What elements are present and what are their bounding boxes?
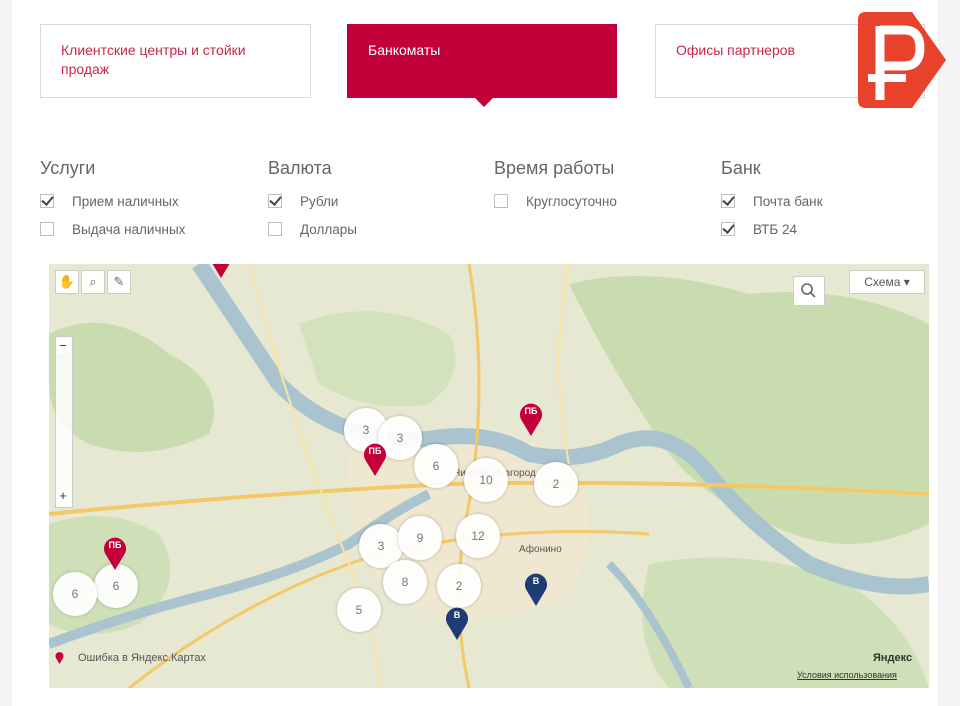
magnifier-tool-icon[interactable]: ⌕ <box>81 270 105 294</box>
tab-atms[interactable]: Банкоматы <box>347 24 617 107</box>
option-dollars[interactable]: Доллары <box>268 215 357 243</box>
filter-bank-title: Банк <box>721 158 761 178</box>
cluster-marker[interactable]: 10 <box>464 458 508 502</box>
zoom-in-icon[interactable]: + <box>56 489 70 503</box>
vtb-pin[interactable]: В <box>524 572 548 606</box>
map-pin-icon <box>55 652 64 664</box>
option-pochta-bank[interactable]: Почта банк <box>721 187 823 215</box>
tab-partner-offices-label: Офисы партнеров <box>676 42 795 58</box>
filter-services-title: Услуги <box>40 158 96 178</box>
option-cash-in[interactable]: Прием наличных <box>40 187 185 215</box>
terms-link[interactable]: Условия использования <box>797 670 897 680</box>
map-type-button[interactable]: Схема ▾ <box>849 270 925 294</box>
pochta-bank-pin[interactable]: ПБ <box>209 264 233 278</box>
map-search-button[interactable] <box>793 276 825 306</box>
pin-label: ПБ <box>524 406 538 416</box>
checkbox-vtb24[interactable] <box>721 222 735 236</box>
option-cash-out[interactable]: Выдача наличных <box>40 215 185 243</box>
option-rubles-label: Рубли <box>300 193 339 209</box>
pin-label: ПБ <box>108 540 122 550</box>
map[interactable]: Нижний Новгород Афонино ✋ ⌕ ✎ − + Схема … <box>49 264 929 688</box>
cluster-marker[interactable]: 5 <box>337 588 381 632</box>
report-error-label: Ошибка в Яндекс.Картах <box>78 652 206 664</box>
checkbox-rubles[interactable] <box>268 194 282 208</box>
option-dollars-label: Доллары <box>300 221 357 237</box>
ruler-tool-icon[interactable]: ✎ <box>107 270 131 294</box>
search-icon <box>801 283 816 298</box>
filter-hours: Время работы Круглосуточно <box>494 158 617 215</box>
vtb-pin[interactable]: В <box>445 606 469 640</box>
tab-client-centers-label: Клиентские центры и стойки продаж <box>61 42 246 77</box>
pin-label: В <box>532 576 540 586</box>
tab-atms-label: Банкоматы <box>368 42 441 58</box>
checkbox-dollars[interactable] <box>268 222 282 236</box>
cluster-marker[interactable]: 2 <box>437 564 481 608</box>
filter-services: Услуги Прием наличных Выдача наличных <box>40 158 185 243</box>
option-cash-in-label: Прием наличных <box>72 193 179 209</box>
filter-currency: Валюта Рубли Доллары <box>268 158 357 243</box>
yandex-logo: Яндекс <box>873 652 913 664</box>
district-label: Афонино <box>519 544 562 555</box>
checkbox-cash-out[interactable] <box>40 222 54 236</box>
filter-hours-title: Время работы <box>494 158 615 178</box>
hand-tool-icon[interactable]: ✋ <box>55 270 79 294</box>
filter-bank: Банк Почта банк ВТБ 24 <box>721 158 823 243</box>
zoom-out-icon[interactable]: − <box>56 339 70 353</box>
pochta-bank-pin[interactable]: ПБ <box>519 402 543 436</box>
checkbox-cash-in[interactable] <box>40 194 54 208</box>
cluster-marker[interactable]: 2 <box>534 462 578 506</box>
pochta-bank-pin[interactable]: ПБ <box>363 442 387 476</box>
pin-label: В <box>453 610 461 620</box>
cluster-marker[interactable]: 12 <box>456 514 500 558</box>
report-error-link[interactable]: Ошибка в Яндекс.Картах <box>55 652 206 664</box>
option-24h-label: Круглосуточно <box>526 193 617 209</box>
pin-label: ПБ <box>368 446 382 456</box>
map-pin-icon <box>212 264 230 278</box>
cluster-marker[interactable]: 6 <box>53 572 97 616</box>
pochta-bank-pin[interactable]: ПБ <box>103 536 127 570</box>
option-rubles[interactable]: Рубли <box>268 187 357 215</box>
filter-currency-title: Валюта <box>268 158 332 178</box>
option-24h[interactable]: Круглосуточно <box>494 187 617 215</box>
option-vtb24[interactable]: ВТБ 24 <box>721 215 823 243</box>
cluster-marker[interactable]: 6 <box>414 444 458 488</box>
zoom-control[interactable]: − + <box>55 336 73 508</box>
ruble-logo-icon <box>858 12 946 108</box>
option-pochta-bank-label: Почта банк <box>753 193 823 209</box>
option-vtb24-label: ВТБ 24 <box>753 221 797 237</box>
cluster-marker[interactable]: 8 <box>383 560 427 604</box>
cluster-marker[interactable]: 6 <box>94 564 138 608</box>
checkbox-pochta-bank[interactable] <box>721 194 735 208</box>
option-cash-out-label: Выдача наличных <box>72 221 186 237</box>
checkbox-24h[interactable] <box>494 194 508 208</box>
cluster-marker[interactable]: 9 <box>398 516 442 560</box>
tab-client-centers[interactable]: Клиентские центры и стойки продаж <box>40 24 311 98</box>
